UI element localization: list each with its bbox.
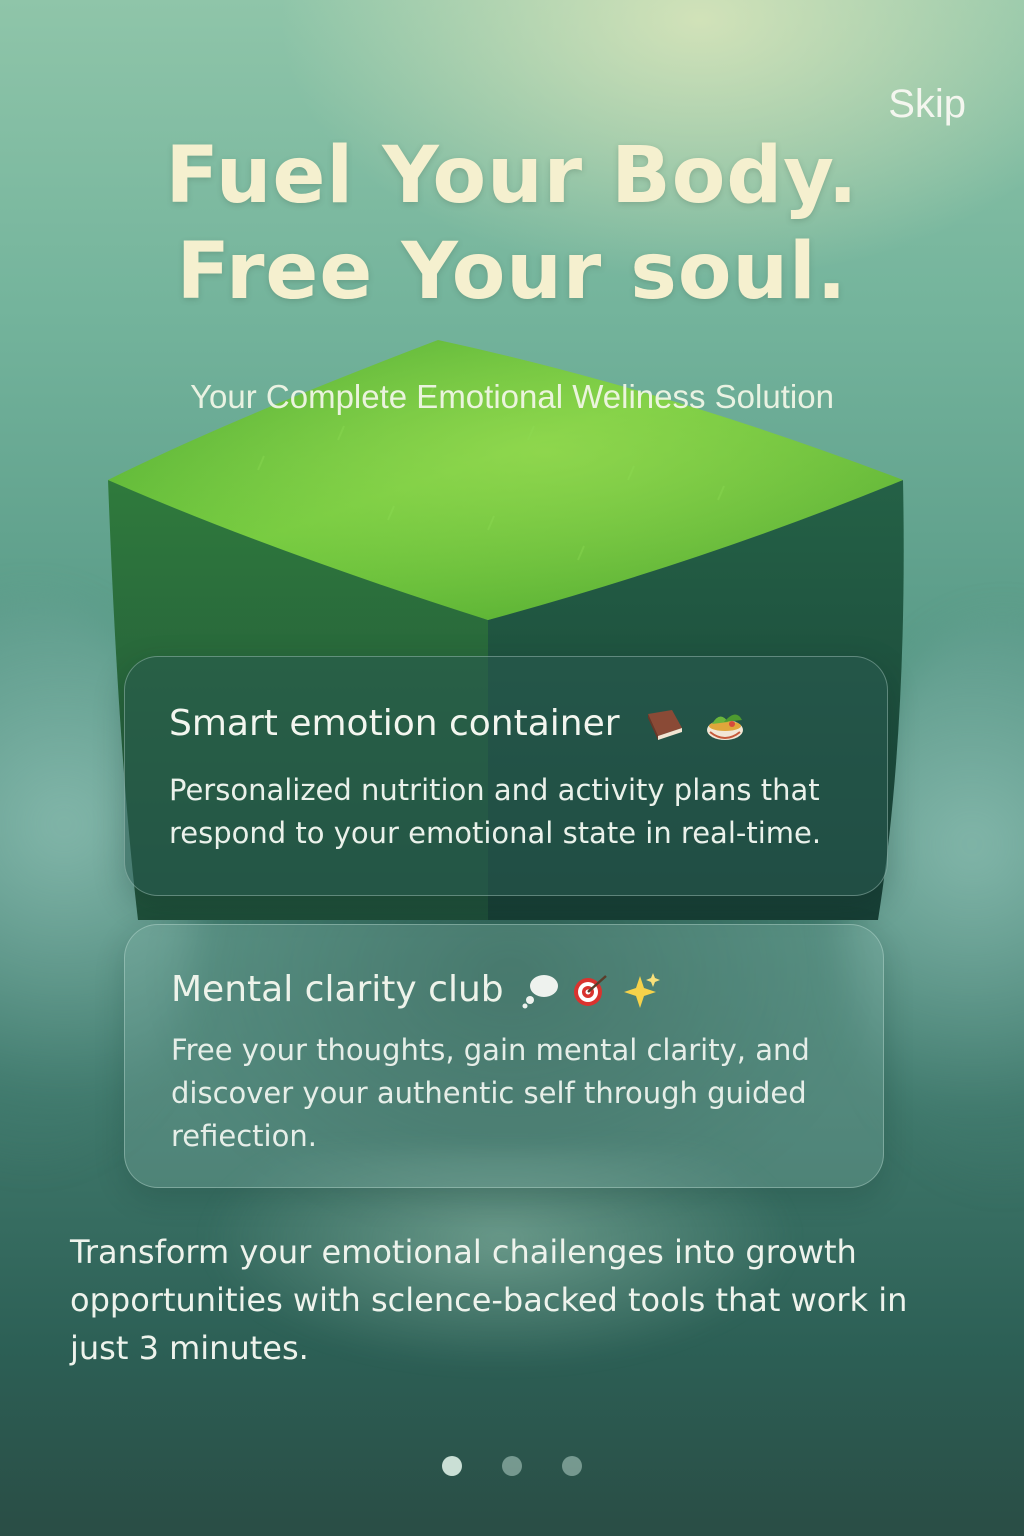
feature-card-title-row: Mental clarity club [171, 969, 660, 1010]
target-icon [573, 974, 607, 1006]
headline-line-2: Free Your soul. [176, 227, 848, 317]
headline: Fuel Your Body. Free Your soul. [0, 128, 1024, 320]
page-dot-3[interactable] [562, 1456, 582, 1476]
feature-card-title: Mental clarity club [171, 969, 504, 1010]
page-indicator [0, 1456, 1024, 1476]
feature-card-mental-clarity[interactable]: Mental clarity club Free your thoughts, … [124, 924, 884, 1188]
subtitle: Your Complete Emotional Weliness Solutio… [190, 378, 834, 415]
book-icon [647, 709, 682, 740]
skip-button[interactable]: Skip [888, 84, 966, 124]
feature-card-description: Free your thoughts, gain mental clarity,… [171, 1033, 810, 1153]
feature-card-title: Smart emotion container [169, 703, 620, 744]
headline-line-1: Fuel Your Body. [165, 131, 859, 221]
feature-card-title-row: Smart emotion container [169, 703, 748, 744]
footer-description: Transform your emotional chailenges into… [70, 1233, 908, 1367]
feature-card-smart-emotion[interactable]: Smart emotion container Personalized nut… [124, 656, 888, 896]
sparkles-icon [623, 972, 660, 1008]
feature-card-description: Personalized nutrition and activity plan… [169, 773, 822, 850]
page-dot-1[interactable] [442, 1456, 462, 1476]
page-dot-2[interactable] [502, 1456, 522, 1476]
thought-bubble-icon [522, 974, 558, 1008]
salad-bowl-icon [706, 713, 743, 740]
